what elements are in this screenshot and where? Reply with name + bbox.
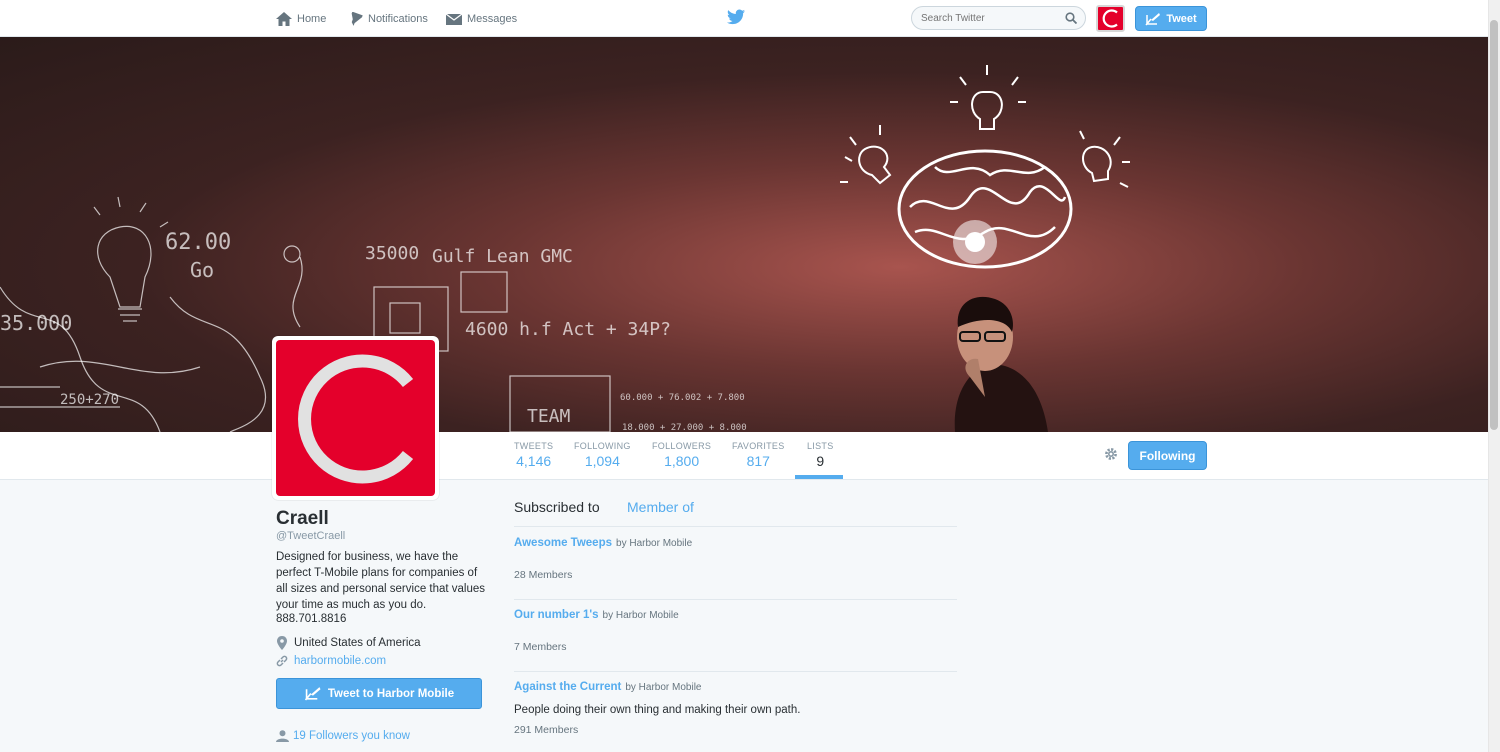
stat-lists[interactable]: LISTS 9 — [807, 441, 834, 469]
list-owner[interactable]: by Harbor Mobile — [603, 610, 679, 621]
followers-you-know-link[interactable]: 19 Followers you know — [276, 730, 410, 742]
stat-label: FAVORITES — [732, 441, 785, 451]
active-tab-indicator — [795, 475, 843, 479]
list-members[interactable]: 28 Members — [514, 569, 572, 581]
home-icon — [276, 11, 292, 26]
followers-you-know-text[interactable]: 19 Followers you know — [293, 730, 410, 742]
stat-favorites[interactable]: FAVORITES 817 — [732, 441, 785, 469]
page-scrollbar[interactable] — [1488, 0, 1500, 752]
compose-tweet-button[interactable]: Tweet — [1135, 6, 1207, 31]
list-title[interactable]: Awesome Tweeps — [514, 537, 612, 549]
nav-notifications[interactable]: Notifications — [347, 0, 428, 37]
compose-quill-icon — [1145, 12, 1161, 25]
list-item[interactable]: Our number 1's by Harbor Mobile 7 Members — [514, 600, 957, 672]
banner-sketch-text: 62.00 — [165, 230, 231, 255]
person-icon — [276, 730, 289, 742]
list-title[interactable]: Our number 1's — [514, 609, 599, 621]
banner-person-figure — [954, 296, 1048, 432]
search-input[interactable] — [912, 7, 1052, 29]
banner-sketch-text: 250+270 — [60, 392, 119, 408]
location-pin-icon — [277, 636, 287, 650]
search-icon[interactable] — [1065, 12, 1077, 24]
notifications-icon — [351, 11, 363, 26]
profile-location: United States of America — [276, 636, 421, 650]
banner-sketch-text: 18.000 + 27.000 + 8.000 — [622, 423, 747, 432]
banner-sketch-text: 35000 — [365, 243, 419, 264]
tab-member-of[interactable]: Member of — [627, 499, 694, 515]
profile-stats-bar: TWEETS 4,146 FOLLOWING 1,094 FOLLOWERS 1… — [0, 432, 1488, 480]
banner-sketch-text: Go — [190, 258, 214, 282]
gear-icon[interactable] — [1103, 446, 1119, 462]
following-button[interactable]: Following — [1128, 441, 1207, 470]
tweet-to-label: Tweet to Harbor Mobile — [327, 687, 455, 700]
lists-tabs: Subscribed to Member of — [514, 498, 957, 527]
search-box[interactable] — [911, 6, 1086, 30]
list-owner[interactable]: by Harbor Mobile — [616, 538, 692, 549]
stat-value: 1,094 — [584, 453, 620, 469]
tab-subscribed-to[interactable]: Subscribed to — [514, 499, 600, 515]
profile-location-text: United States of America — [294, 637, 421, 649]
stat-label: FOLLOWERS — [652, 441, 712, 451]
profile-handle[interactable]: @TweetCraell — [276, 530, 345, 542]
compose-quill-icon — [304, 687, 321, 701]
twitter-bird-icon[interactable] — [727, 9, 745, 25]
banner-sketch-text: 4600 h.f Act + 34P? — [465, 319, 671, 340]
account-avatar[interactable] — [1096, 5, 1125, 32]
tweet-to-button[interactable]: Tweet to Harbor Mobile — [276, 678, 482, 709]
banner-sketch-text: 60.000 + 76.002 + 7.800 — [620, 393, 745, 403]
stat-value: 9 — [816, 453, 825, 469]
list-members[interactable]: 291 Members — [514, 724, 578, 736]
list-owner[interactable]: by Harbor Mobile — [625, 682, 701, 693]
profile-bio: Designed for business, we have the perfe… — [276, 551, 486, 611]
compose-tweet-label: Tweet — [1166, 12, 1197, 25]
link-icon — [276, 655, 288, 667]
profile-phone: 888.701.8816 — [276, 613, 347, 625]
nav-messages[interactable]: Messages — [446, 0, 517, 37]
stat-value: 817 — [746, 453, 770, 469]
stat-following[interactable]: FOLLOWING 1,094 — [574, 441, 631, 469]
banner-sketch-text: TEAM — [527, 406, 571, 427]
stat-label: FOLLOWING — [574, 441, 631, 451]
messages-icon — [446, 13, 462, 25]
list-item[interactable]: Awesome Tweeps by Harbor Mobile 28 Member… — [514, 528, 957, 600]
list-description: People doing their own thing and making … — [514, 704, 801, 716]
scrollbar-thumb[interactable] — [1490, 20, 1498, 430]
profile-website-text[interactable]: harbormobile.com — [294, 655, 386, 667]
list-members[interactable]: 7 Members — [514, 641, 567, 653]
stat-value: 1,800 — [664, 453, 700, 469]
list-title[interactable]: Against the Current — [514, 681, 621, 693]
stat-label: TWEETS — [514, 441, 554, 451]
header-banner-image: 62.00 Go 35000 Gulf Lean GMC 4600 h.f Ac… — [0, 37, 1488, 432]
craell-logo-icon — [1102, 9, 1118, 28]
profile-website-link[interactable]: harbormobile.com — [276, 654, 386, 668]
banner-brain-drawing — [840, 65, 1130, 269]
banner-sketch-text: Gulf Lean GMC — [432, 246, 573, 267]
profile-name[interactable]: Craell — [276, 508, 329, 530]
stat-value: 4,146 — [516, 453, 552, 469]
profile-avatar[interactable] — [272, 336, 439, 500]
nav-notifications-label: Notifications — [368, 12, 428, 25]
banner-chalkboard-illustration: 62.00 Go 35000 Gulf Lean GMC 4600 h.f Ac… — [0, 65, 1130, 432]
stat-followers[interactable]: FOLLOWERS 1,800 — [652, 441, 711, 469]
top-navigation-bar: Home Notifications Messages Tweet — [0, 0, 1488, 37]
stat-tweets[interactable]: TWEETS 4,146 — [514, 441, 553, 469]
nav-messages-label: Messages — [467, 12, 518, 25]
craell-logo-icon — [298, 354, 414, 484]
nav-home-label: Home — [297, 12, 327, 25]
list-item[interactable]: Against the Current by Harbor Mobile Peop… — [514, 672, 957, 752]
banner-sketch-text: 35.000 — [0, 311, 72, 335]
nav-home[interactable]: Home — [276, 0, 326, 37]
stat-label: LISTS — [807, 441, 834, 451]
